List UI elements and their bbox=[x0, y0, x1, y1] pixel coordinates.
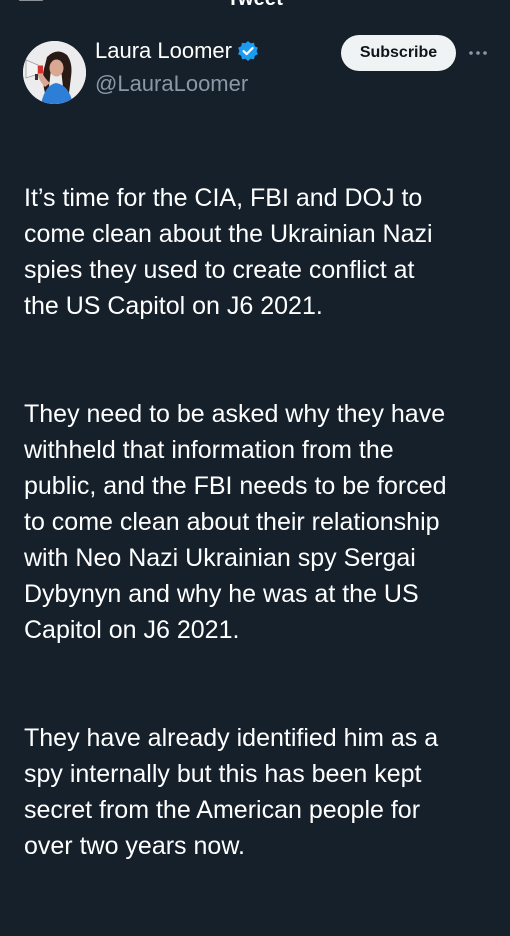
author-handle[interactable]: @LauraLoomer bbox=[95, 70, 248, 98]
author-name-row[interactable]: Laura Loomer bbox=[95, 37, 259, 65]
tweet-body: It’s time for the CIA, FBI and DOJ to co… bbox=[24, 144, 494, 936]
top-navigation-bar: Tweet bbox=[0, 0, 510, 14]
verified-badge-icon bbox=[238, 41, 258, 61]
tweet-paragraph-1: It’s time for the CIA, FBI and DOJ to co… bbox=[24, 184, 433, 320]
page-title: Tweet bbox=[0, 0, 510, 11]
subscribe-button[interactable]: Subscribe bbox=[341, 35, 456, 71]
tweet-paragraph-3: They have already identified him as a sp… bbox=[24, 724, 439, 860]
avatar[interactable] bbox=[23, 41, 86, 104]
tweet-paragraph-2: They need to be asked why they have with… bbox=[24, 400, 447, 644]
more-options-icon[interactable] bbox=[466, 44, 490, 62]
avatar-image bbox=[23, 41, 86, 104]
author-name[interactable]: Laura Loomer bbox=[95, 37, 232, 65]
